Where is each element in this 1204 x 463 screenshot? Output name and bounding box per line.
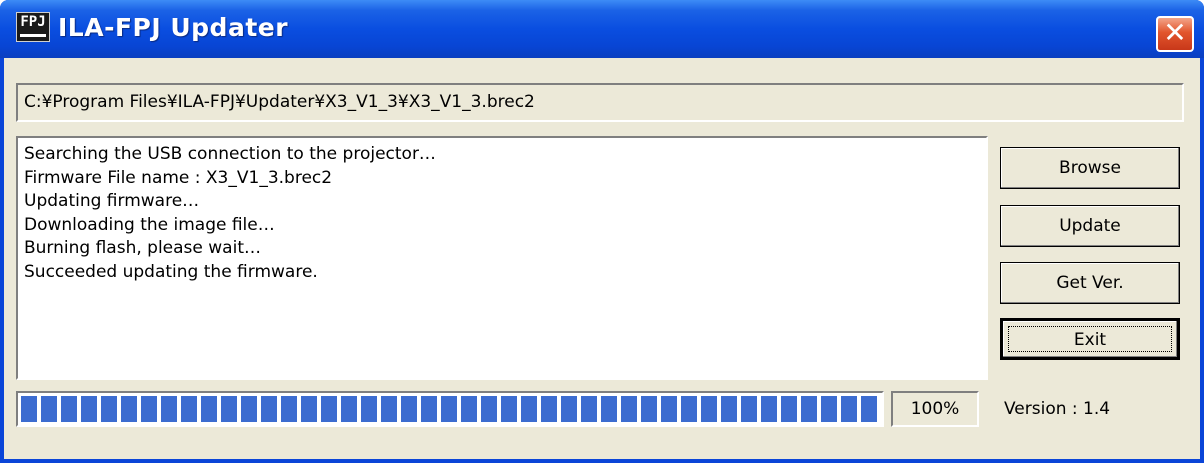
app-icon: FPJ <box>16 12 50 42</box>
exit-button-label: Exit <box>1008 326 1172 352</box>
log-line: Firmware File name : X3_V1_3.brec2 <box>24 167 333 188</box>
log-line: Succeeded updating the firmware. <box>24 261 318 282</box>
browse-button[interactable]: Browse <box>1000 147 1180 189</box>
app-icon-text: FPJ <box>20 14 46 30</box>
log-line: Burning flash, please wait… <box>24 238 261 258</box>
close-icon[interactable]: ✕ <box>1156 16 1194 52</box>
title-bar[interactable]: FPJ ILA-FPJ Updater ✕ <box>0 0 1204 58</box>
firmware-path-field[interactable]: C:¥Program Files¥ILA-FPJ¥Updater¥X3_V1_3… <box>16 83 1184 122</box>
progress-fill <box>21 396 879 422</box>
status-log[interactable]: Searching the USB connection to the proj… <box>16 136 988 380</box>
exit-button[interactable]: Exit <box>1000 318 1180 360</box>
get-version-button[interactable]: Get Ver. <box>1000 262 1180 304</box>
window-title: ILA-FPJ Updater <box>58 13 289 42</box>
version-label: Version : 1.4 <box>1004 399 1111 419</box>
log-line: Searching the USB connection to the proj… <box>24 144 436 164</box>
progress-percent: 100% <box>891 391 979 427</box>
progress-bar <box>16 391 884 427</box>
client-area: C:¥Program Files¥ILA-FPJ¥Updater¥X3_V1_3… <box>4 58 1200 459</box>
log-line: Updating firmware… <box>24 191 200 211</box>
log-line: Downloading the image file… <box>24 214 275 235</box>
update-button[interactable]: Update <box>1000 205 1180 247</box>
updater-window: FPJ ILA-FPJ Updater ✕ C:¥Program Files¥I… <box>0 0 1204 463</box>
